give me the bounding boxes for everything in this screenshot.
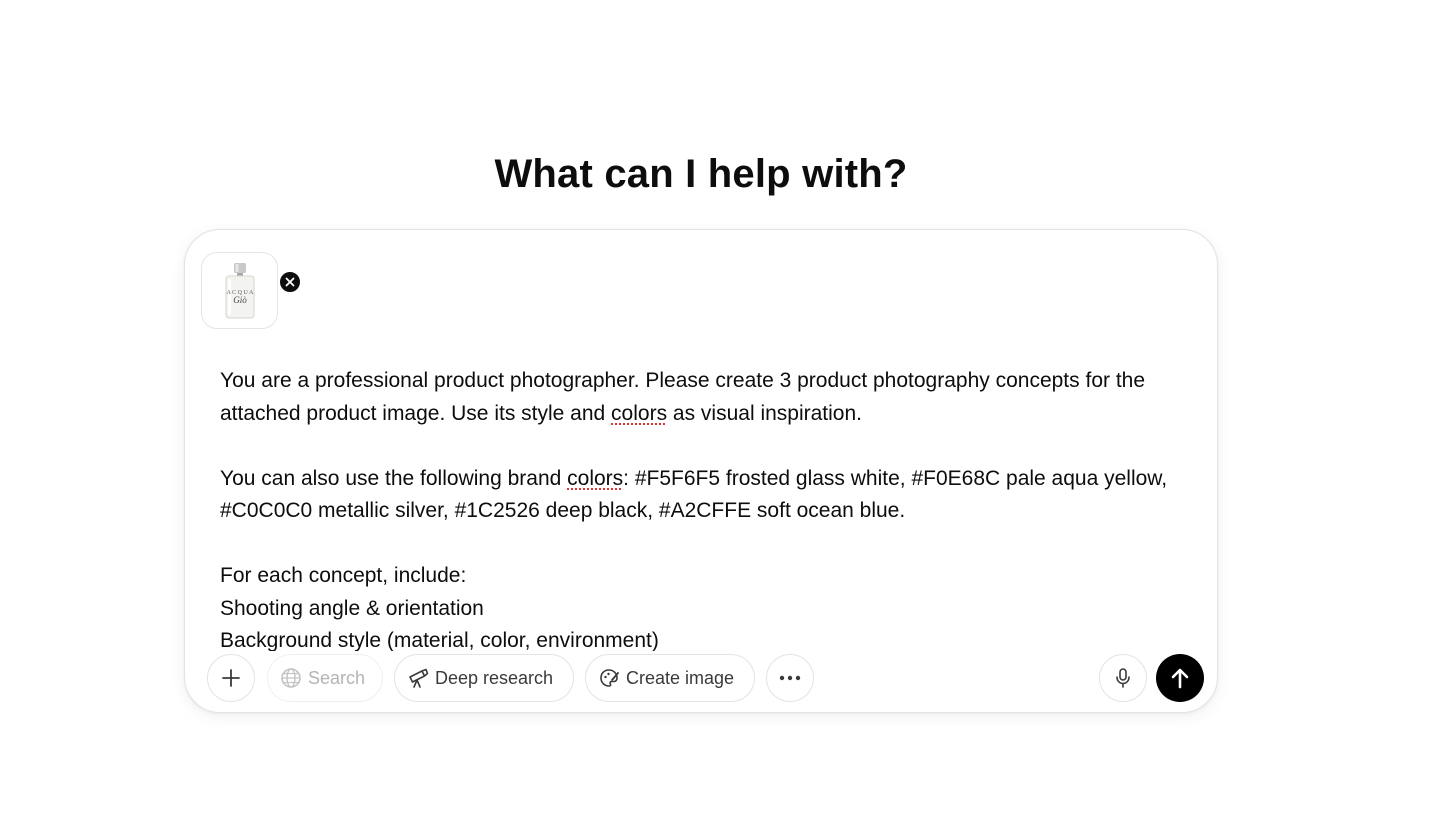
globe-icon xyxy=(281,668,301,688)
spellcheck-word[interactable]: colors xyxy=(567,467,623,490)
prompt-input[interactable]: You are a professional product photograp… xyxy=(220,365,1180,651)
prompt-list-intro: For each concept, include: xyxy=(220,564,467,587)
spellcheck-word[interactable]: colors xyxy=(611,402,667,425)
paint-palette-icon xyxy=(600,669,619,687)
microphone-icon xyxy=(1116,668,1130,688)
send-button[interactable] xyxy=(1156,654,1204,702)
composer-toolbar: Search Deep research Create image xyxy=(185,654,1217,704)
page: What can I help with? A C Q U A Giò You … xyxy=(0,0,1456,829)
more-tools-button[interactable] xyxy=(766,654,814,702)
arrow-up-icon xyxy=(1171,668,1189,689)
prompt-text: You can also use the following brand xyxy=(220,466,568,490)
create-image-label: Create image xyxy=(626,667,735,688)
prompt-paragraph: You can also use the following brand col… xyxy=(220,463,1180,528)
dictate-button[interactable] xyxy=(1099,654,1147,702)
telescope-icon xyxy=(409,668,429,688)
close-icon xyxy=(285,277,295,287)
deep-research-label: Deep research xyxy=(435,667,554,688)
search-label: Search xyxy=(308,667,366,688)
plus-icon xyxy=(222,669,240,687)
search-button[interactable]: Search xyxy=(267,654,383,702)
prompt-paragraph: You are a professional product photograp… xyxy=(220,365,1180,430)
create-image-button[interactable]: Create image xyxy=(585,654,755,702)
page-title: What can I help with? xyxy=(494,152,908,196)
attached-image-thumbnail[interactable]: A C Q U A Giò xyxy=(201,252,302,329)
svg-text:Giò: Giò xyxy=(233,295,247,305)
prompt-list-item: Background style (material, color, envir… xyxy=(220,629,659,651)
chat-composer: A C Q U A Giò You are a professional pro… xyxy=(184,229,1218,713)
more-horizontal-icon xyxy=(779,675,801,681)
prompt-text: as visual inspiration. xyxy=(667,401,863,425)
attach-button[interactable] xyxy=(207,654,255,702)
remove-attachment-button[interactable] xyxy=(278,270,302,294)
prompt-list-item: Shooting angle & orientation xyxy=(220,596,484,620)
deep-research-button[interactable]: Deep research xyxy=(394,654,574,702)
perfume-bottle-image: A C Q U A Giò xyxy=(225,262,254,318)
